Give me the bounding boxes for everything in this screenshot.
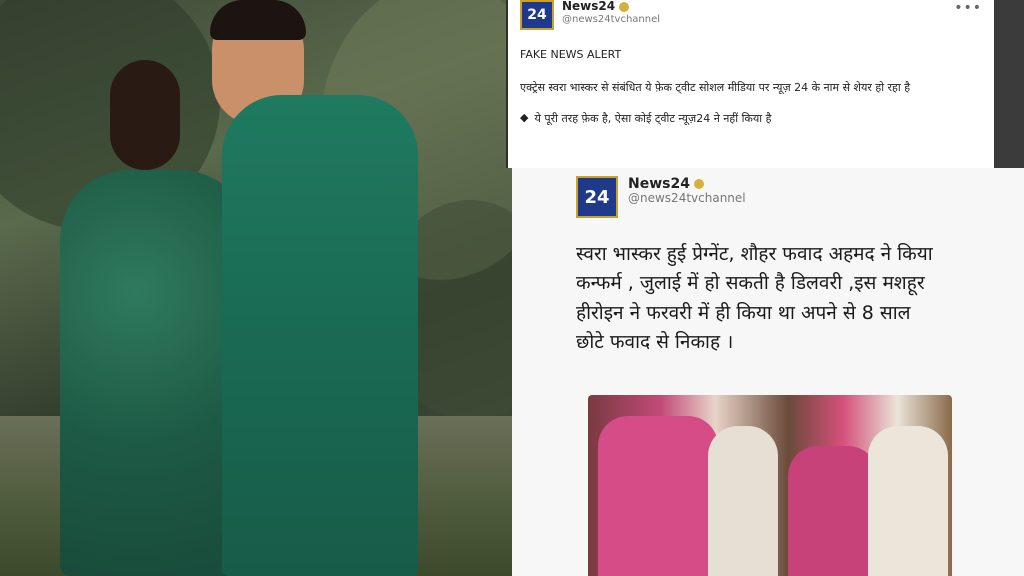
account-info: News24 @news24tvchannel [628,176,746,206]
account-name-text: News24 [628,176,690,192]
tweet-header: 24 News24 @news24tvchannel ••• [520,0,982,40]
logo-text: 24 [584,186,610,208]
alert-bullet: ◆ ये पूरी तरह फ़ेक है, ऐसा कोई ट्वीट न्य… [520,111,982,126]
verified-badge-icon [693,179,704,190]
account-handle[interactable]: @news24tvchannel [628,191,746,206]
account-name-text: News24 [562,0,616,13]
man-figure [868,426,948,576]
more-horizontal-icon[interactable]: ••• [954,0,982,16]
man-sherwani [222,95,418,576]
screenshot-border [994,0,1024,168]
fake-news-alert-tweet: 24 News24 @news24tvchannel ••• FAKE NEWS… [508,0,994,168]
account-name[interactable]: News24 [562,0,660,14]
man-hair [210,0,306,40]
bullet-text: ये पूरी तरह फ़ेक है, ऐसा कोई ट्वीट न्यूज… [534,111,772,125]
account-name[interactable]: News24 [628,176,746,192]
diamond-bullet-icon: ◆ [520,110,529,124]
logo-text: 24 [527,7,547,23]
news24-logo[interactable]: 24 [576,176,618,218]
verified-badge-icon [619,1,630,12]
woman-figure [788,446,878,576]
account-handle[interactable]: @news24tvchannel [562,14,660,26]
woman-hair [110,60,180,170]
bride-figure [598,416,718,576]
tweet-body-text: स्वरा भास्कर हुई प्रेग्नेंट, शौहर फवाद अ… [576,243,933,354]
alert-title: FAKE NEWS ALERT [520,48,622,61]
wedding-photo[interactable] [588,395,952,576]
tweet-header: 24 News24 @news24tvchannel [576,176,1012,224]
couple-photo [0,0,512,576]
alert-body: एक्ट्रेस स्वरा भास्कर से संबंधित ये फ़ेक… [520,81,911,94]
news24-logo[interactable]: 24 [520,0,554,30]
groom-figure [708,426,778,576]
account-info: News24 @news24tvchannel [562,0,660,25]
